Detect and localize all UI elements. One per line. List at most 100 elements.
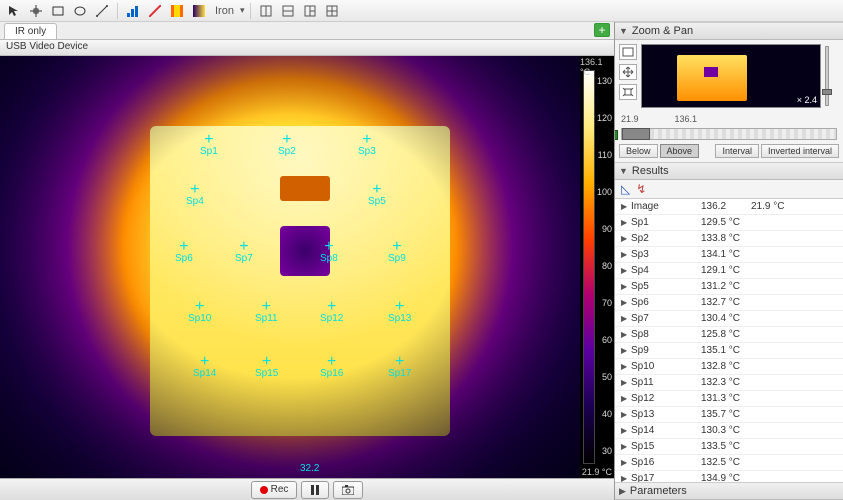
expand-icon: ▶ [621,234,631,243]
record-label: Rec [271,484,289,495]
result-value-1: 133.8 °C [701,233,751,244]
palette-diag-icon[interactable] [145,2,165,20]
interval-button[interactable]: Interval [715,144,759,158]
device-name-bar: USB Video Device [0,40,614,56]
inverted-interval-button[interactable]: Inverted interval [761,144,839,158]
zoom-pan-header[interactable]: ▼ Zoom & Pan [615,22,843,40]
result-row-sp16[interactable]: ▶Sp16132.5 °C [615,455,843,471]
record-icon [260,486,268,494]
mini-hot-region [677,55,747,101]
result-row-image[interactable]: ▶Image136.221.9 °C [615,199,843,215]
palette-dropdown-icon[interactable]: ▾ [240,5,245,16]
scale-tick: 50 [602,372,612,382]
result-row-sp8[interactable]: ▶Sp8125.8 °C [615,327,843,343]
result-row-sp11[interactable]: ▶Sp11132.3 °C [615,375,843,391]
below-button[interactable]: Below [619,144,658,158]
level-span-slider[interactable] [621,128,837,140]
result-name: Sp7 [631,313,701,324]
result-value-1: 132.7 °C [701,297,751,308]
expand-icon: ▶ [621,426,631,435]
layout-1-icon[interactable] [256,2,276,20]
result-name: Sp4 [631,265,701,276]
result-row-sp1[interactable]: ▶Sp1129.5 °C [615,215,843,231]
range-hi-label: 136.1 [675,114,698,124]
expand-icon: ▶ [621,346,631,355]
result-name: Sp5 [631,281,701,292]
result-name: Sp15 [631,441,701,452]
result-name: Sp2 [631,233,701,244]
layout-3-icon[interactable] [300,2,320,20]
zoom-pan-title: Zoom & Pan [632,25,693,37]
result-row-sp6[interactable]: ▶Sp6132.7 °C [615,295,843,311]
scale-tick: 100 [597,187,612,197]
line-tool[interactable] [92,2,112,20]
above-button[interactable]: Above [660,144,700,158]
crosshair-tool[interactable] [26,2,46,20]
fit-window-button[interactable] [619,44,637,60]
result-value-1: 130.4 °C [701,313,751,324]
result-name: Sp10 [631,361,701,372]
result-row-sp15[interactable]: ▶Sp15133.5 °C [615,439,843,455]
result-name: Sp13 [631,409,701,420]
expand-icon: ▶ [621,378,631,387]
collapse-icon: ▼ [619,26,628,36]
expand-icon: ▶ [619,486,626,497]
thermal-image[interactable]: Sp1Sp2Sp3Sp4Sp5Sp6Sp7Sp8Sp9Sp10Sp11Sp12S… [0,56,580,478]
tab-ir-only[interactable]: IR only [4,23,57,39]
palette-grad-icon[interactable] [189,2,209,20]
range-selection[interactable] [622,128,650,140]
result-row-sp5[interactable]: ▶Sp5131.2 °C [615,279,843,295]
result-value-1: 132.5 °C [701,457,751,468]
result-value-1: 133.5 °C [701,441,751,452]
thermal-viewport[interactable]: Sp1Sp2Sp3Sp4Sp5Sp6Sp7Sp8Sp9Sp10Sp11Sp12S… [0,56,614,478]
add-tab-button[interactable]: + [594,23,610,37]
range-marker [615,130,618,140]
result-value-1: 125.8 °C [701,329,751,340]
result-value-1: 134.1 °C [701,249,751,260]
result-name: Sp11 [631,377,701,388]
result-row-sp13[interactable]: ▶Sp13135.7 °C [615,407,843,423]
parameters-header[interactable]: ▶Parameters [615,482,843,500]
pause-button[interactable] [301,481,329,499]
result-row-sp4[interactable]: ▶Sp4129.1 °C [615,263,843,279]
pointer-tool[interactable] [4,2,24,20]
result-row-sp9[interactable]: ▶Sp9135.1 °C [615,343,843,359]
ellipse-tool[interactable] [70,2,90,20]
scale-tick: 110 [598,150,612,160]
pan-button[interactable] [619,64,637,80]
results-tool-shape-icon[interactable]: ◺ [621,182,630,196]
result-row-sp12[interactable]: ▶Sp12131.3 °C [615,391,843,407]
result-row-sp14[interactable]: ▶Sp14130.3 °C [615,423,843,439]
layout-2-icon[interactable] [278,2,298,20]
main-toolbar: Iron ▾ [0,0,843,22]
rect-tool[interactable] [48,2,68,20]
results-list[interactable]: ▶Image136.221.9 °C▶Sp1129.5 °C▶Sp2133.8 … [615,199,843,482]
actual-size-button[interactable] [619,84,637,100]
scale-gradient [583,70,595,464]
expand-icon: ▶ [621,282,631,291]
expand-icon: ▶ [621,266,631,275]
result-value-1: 129.5 °C [701,217,751,228]
result-row-sp7[interactable]: ▶Sp7130.4 °C [615,311,843,327]
results-tool-clear-icon[interactable]: ↯ [636,182,646,196]
palette-name[interactable]: Iron [211,5,238,17]
result-row-sp3[interactable]: ▶Sp3134.1 °C [615,247,843,263]
result-row-sp17[interactable]: ▶Sp17134.9 °C [615,471,843,482]
result-row-sp10[interactable]: ▶Sp10132.8 °C [615,359,843,375]
palette-bars-icon[interactable] [123,2,143,20]
results-header[interactable]: ▼Results [615,162,843,180]
record-button[interactable]: Rec [251,481,298,499]
color-scale[interactable]: 136.1 °C 13012011010090807060504030 21.9… [580,56,614,478]
scale-tick: 40 [602,409,612,419]
result-row-sp2[interactable]: ▶Sp2133.8 °C [615,231,843,247]
result-value-1: 132.8 °C [701,361,751,372]
palette-fire-icon[interactable] [167,2,187,20]
mini-overview[interactable]: × 2.4 [641,44,821,108]
scale-tick: 120 [597,113,612,123]
zoom-slider-thumb[interactable] [822,89,832,95]
layout-4-icon[interactable] [322,2,342,20]
zoom-slider[interactable] [825,44,839,108]
result-name: Sp9 [631,345,701,356]
snapshot-button[interactable] [333,481,363,499]
separator [250,3,251,19]
